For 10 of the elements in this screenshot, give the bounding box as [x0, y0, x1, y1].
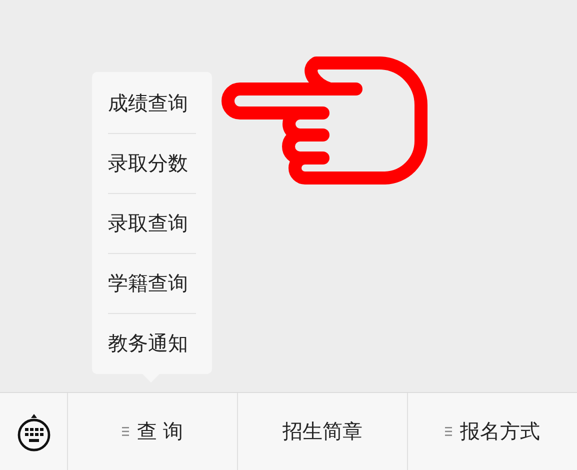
menu-item[interactable]: 录取分数 [108, 133, 196, 193]
menu-icon [445, 427, 452, 436]
menu-icon [122, 427, 129, 436]
menu-item[interactable]: 成绩查询 [108, 73, 196, 133]
menu-item[interactable]: 录取查询 [108, 193, 196, 253]
keyboard-icon [16, 412, 52, 452]
menu-bar-button[interactable]: 查 询 [68, 393, 238, 470]
menu-item[interactable]: 学籍查询 [108, 253, 196, 313]
menu-bar-button[interactable]: 报名方式 [408, 393, 577, 470]
menu-bar-button[interactable]: 招生简章 [238, 393, 408, 470]
